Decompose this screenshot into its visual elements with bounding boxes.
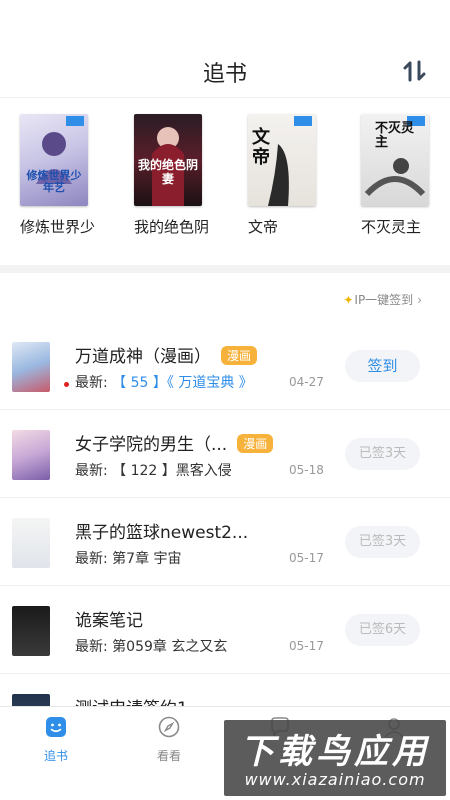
update-date: 05-18 <box>289 463 324 477</box>
tab-label: 看看 <box>156 749 181 763</box>
signed-days-button[interactable]: 已签3天 <box>345 438 420 470</box>
book-title-text: 女子学院的男生（... <box>75 435 228 455</box>
book-cover: 我的绝色阴妻 <box>134 114 202 206</box>
book-cover <box>12 430 50 480</box>
book-title: 万道成神（漫画） 漫画 <box>75 342 258 367</box>
compass-icon <box>158 716 180 738</box>
book-row[interactable]: 诡案笔记 最新: 第059章 玄之又玄 05-17 已签6天 <box>0 586 450 674</box>
recommend-title: 我的绝色阴 <box>134 218 210 236</box>
book-cover: 不灭灵主 <box>361 114 429 206</box>
latest-chapter-title: 第7章 宇宙 <box>112 551 182 567</box>
tab-bookshelf[interactable]: 追书 <box>26 715 86 764</box>
book-cover: 文帝 <box>248 114 316 206</box>
update-date: 04-27 <box>289 375 324 389</box>
tab-label: 追书 <box>43 749 68 763</box>
latest-chapter-title: 第059章 玄之又玄 <box>112 639 228 655</box>
recommend-book[interactable]: 不灭灵主 不灭灵主 <box>341 114 450 237</box>
book-title-text: 万道成神（漫画） <box>75 347 211 367</box>
book-title: 黑子的篮球newest2... <box>75 518 248 543</box>
star-icon: ✦ <box>343 292 354 307</box>
signin-all-label: IP一键签到 <box>354 293 414 307</box>
comic-tag: 漫画 <box>221 346 258 365</box>
recommend-title: 修炼世界少 <box>20 218 96 236</box>
recommend-book[interactable]: 修炼世界少年艺 修炼世界少 <box>0 114 110 237</box>
book-cover: 修炼世界少年艺 <box>20 114 88 206</box>
book-row[interactable]: 女子学院的男生（... 漫画 最新: 【 122 】黑客入侵 05-18 已签3天 <box>0 410 450 498</box>
tab-browse[interactable]: 看看 <box>139 715 199 764</box>
book-title-text: 黑子的篮球newest2... <box>75 523 249 543</box>
signed-days-button[interactable]: 已签6天 <box>345 614 420 646</box>
cover-text: 修炼世界少年艺 <box>26 169 82 194</box>
latest-chapter: 最新: 第059章 玄之又玄 <box>75 636 227 656</box>
book-cover <box>12 606 50 656</box>
cover-text: 不灭灵主 <box>375 121 415 150</box>
latest-prefix: 最新: <box>75 551 108 567</box>
watermark-title: 下载鸟应用 <box>240 732 430 772</box>
latest-prefix: 最新: <box>75 375 108 391</box>
book-row[interactable]: 万道成神（漫画） 漫画 最新: 【 55 】《 万道宝典 》 04-27 签到 <box>0 322 450 410</box>
latest-chapter: 最新: 第7章 宇宙 <box>75 548 182 568</box>
recommend-title: 不灭灵主 <box>361 218 422 236</box>
section-divider <box>0 265 450 273</box>
book-title-text: 诡案笔记 <box>75 611 143 631</box>
book-cover <box>12 342 50 392</box>
recommend-title: 文帝 <box>248 218 279 236</box>
cover-text: 文帝 <box>252 127 270 168</box>
latest-chapter-title: 【 55 】《 万道宝典 》 <box>112 375 253 391</box>
watermark-url: www.xiazainiao.com <box>244 770 426 789</box>
latest-chapter: 最新: 【 122 】黑客入侵 <box>75 460 232 480</box>
update-dot <box>64 382 69 387</box>
book-row[interactable]: 黑子的篮球newest2... 最新: 第7章 宇宙 05-17 已签3天 <box>0 498 450 586</box>
latest-chapter: 最新: 【 55 】《 万道宝典 》 <box>75 372 253 392</box>
update-date: 05-17 <box>289 551 324 565</box>
latest-prefix: 最新: <box>75 463 108 479</box>
book-title: 女子学院的男生（... 漫画 <box>75 430 274 455</box>
signed-days-button[interactable]: 已签3天 <box>345 526 420 558</box>
one-click-signin-link[interactable]: ✦ IP一键签到 › <box>343 291 422 308</box>
page-title: 追书 <box>202 62 247 87</box>
comic-tag: 漫画 <box>237 434 274 453</box>
recommend-book[interactable]: 我的绝色阴妻 我的绝色阴 <box>114 114 224 237</box>
sort-icon[interactable] <box>402 58 428 84</box>
latest-chapter-title: 【 122 】黑客入侵 <box>112 463 232 479</box>
recommend-row: 修炼世界少年艺 修炼世界少 我的绝色阴妻 我的绝色阴 文帝 文帝 不灭灵主 不灭… <box>0 100 450 260</box>
cover-text: 我的绝色阴妻 <box>137 158 198 186</box>
signin-button[interactable]: 签到 <box>345 350 420 382</box>
header: 追书 <box>0 0 450 98</box>
smile-box-icon <box>46 717 66 737</box>
chevron-right-icon: › <box>417 292 422 307</box>
book-title: 诡案笔记 <box>75 606 143 631</box>
recommend-book[interactable]: 文帝 文帝 <box>228 114 338 237</box>
latest-prefix: 最新: <box>75 639 108 655</box>
book-cover <box>12 518 50 568</box>
update-date: 05-17 <box>289 639 324 653</box>
watermark: 下载鸟应用 www.xiazainiao.com <box>224 720 446 796</box>
